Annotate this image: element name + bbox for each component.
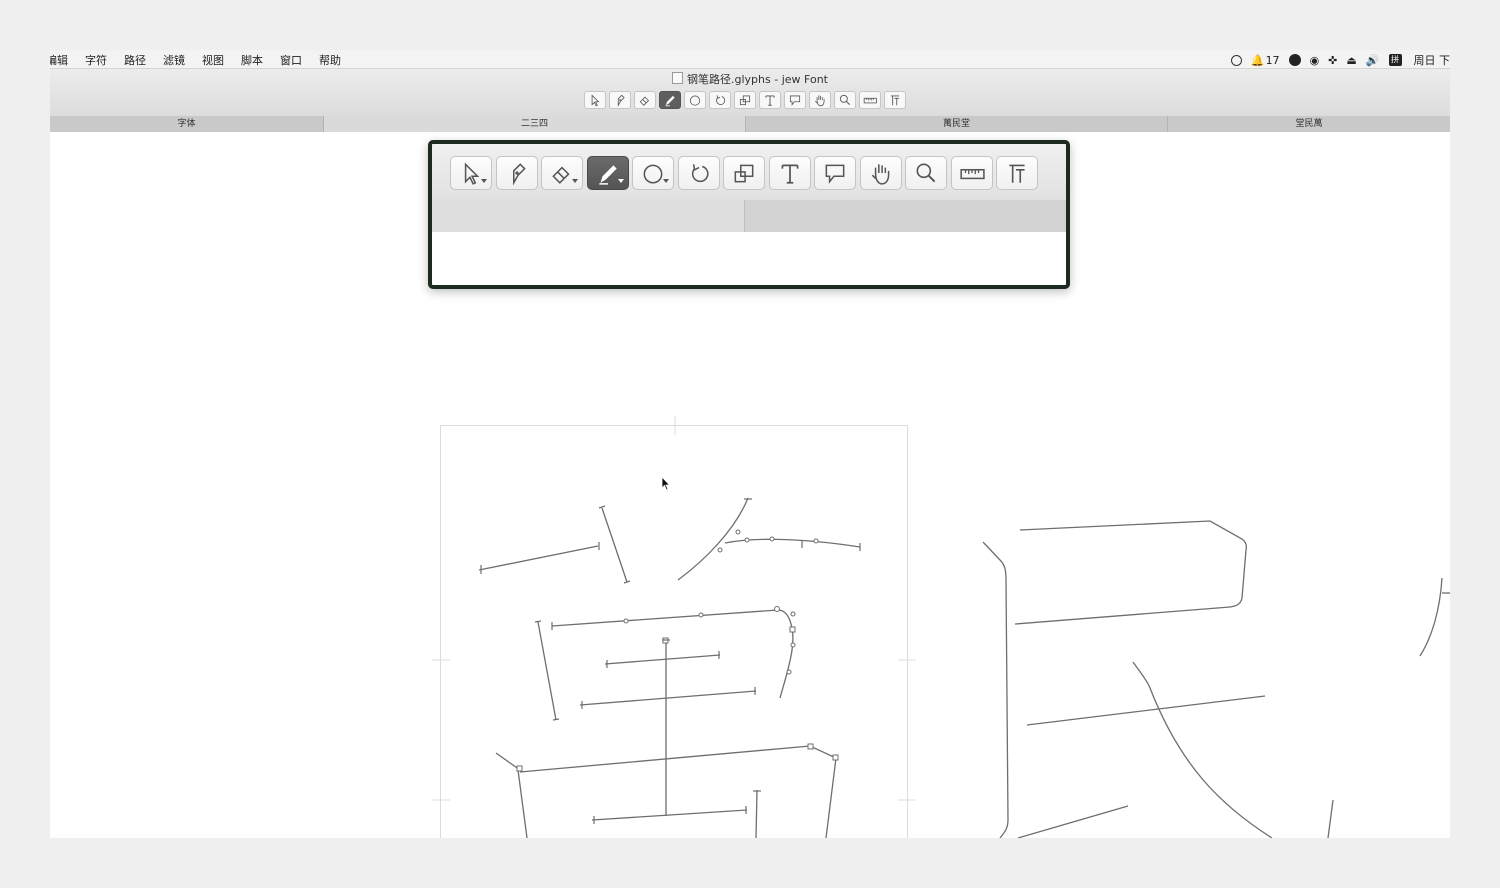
toolbar-zoom-callout xyxy=(428,140,1070,289)
dropdown-caret-icon xyxy=(481,179,487,183)
annotation-icon xyxy=(825,164,845,184)
glyph-outline-min[interactable] xyxy=(982,520,1334,838)
hand-icon xyxy=(871,164,889,185)
zoomed-measure-tool-button[interactable] xyxy=(950,156,993,190)
zoomed-rotate-tool-button[interactable] xyxy=(677,156,720,190)
zoomed-tool-row xyxy=(450,156,1042,190)
draw-pen-icon xyxy=(512,163,526,186)
zoomed-annotation-tool-button[interactable] xyxy=(814,156,856,190)
zoomed-eraser-tool-button[interactable] xyxy=(541,156,583,190)
mouse-cursor xyxy=(661,476,671,491)
text-icon xyxy=(781,164,798,184)
zoomed-metrics-text-tool-button[interactable] xyxy=(996,156,1038,190)
rotate-icon xyxy=(691,164,709,183)
glyph-metrics-box xyxy=(432,416,916,838)
metrics-text-icon xyxy=(1009,164,1025,183)
dropdown-caret-icon xyxy=(663,179,669,183)
glyph-nodes[interactable] xyxy=(516,529,839,772)
glyph-outline-partial xyxy=(1419,577,1450,657)
scale-icon xyxy=(734,164,754,183)
glyph-outline-wan[interactable] xyxy=(478,497,861,838)
zoomed-zoom-tool-button[interactable] xyxy=(905,156,947,190)
zoomed-draw-pen-tool-button[interactable] xyxy=(495,156,538,190)
app-screen: 编辑 字符 路径 滤镜 视图 脚本 窗口 帮助 🔔 17 ◉ ✜ ⏏ 🔊 拼 周日 下 钢笔路… xyxy=(50,50,1450,838)
dropdown-caret-icon xyxy=(617,179,624,183)
zoomed-select-arrow-tool-button[interactable] xyxy=(450,156,492,190)
zoomed-primitives-circle-tool-button[interactable] xyxy=(632,156,674,190)
measure-icon xyxy=(959,168,985,180)
zoomed-toolbar xyxy=(432,144,1066,200)
glyph-stroke-caps xyxy=(480,498,861,824)
zoomed-hand-tool-button[interactable] xyxy=(859,156,902,190)
zoomed-tab-selected xyxy=(432,200,745,232)
zoomed-pencil-tool-button[interactable] xyxy=(586,156,629,190)
zoomed-scale-tool-button[interactable] xyxy=(723,156,765,190)
dropdown-caret-icon xyxy=(572,179,578,183)
zoom-icon xyxy=(916,163,936,183)
zoomed-text-tool-button[interactable] xyxy=(768,156,811,190)
zoomed-tab-bar xyxy=(432,200,1066,232)
